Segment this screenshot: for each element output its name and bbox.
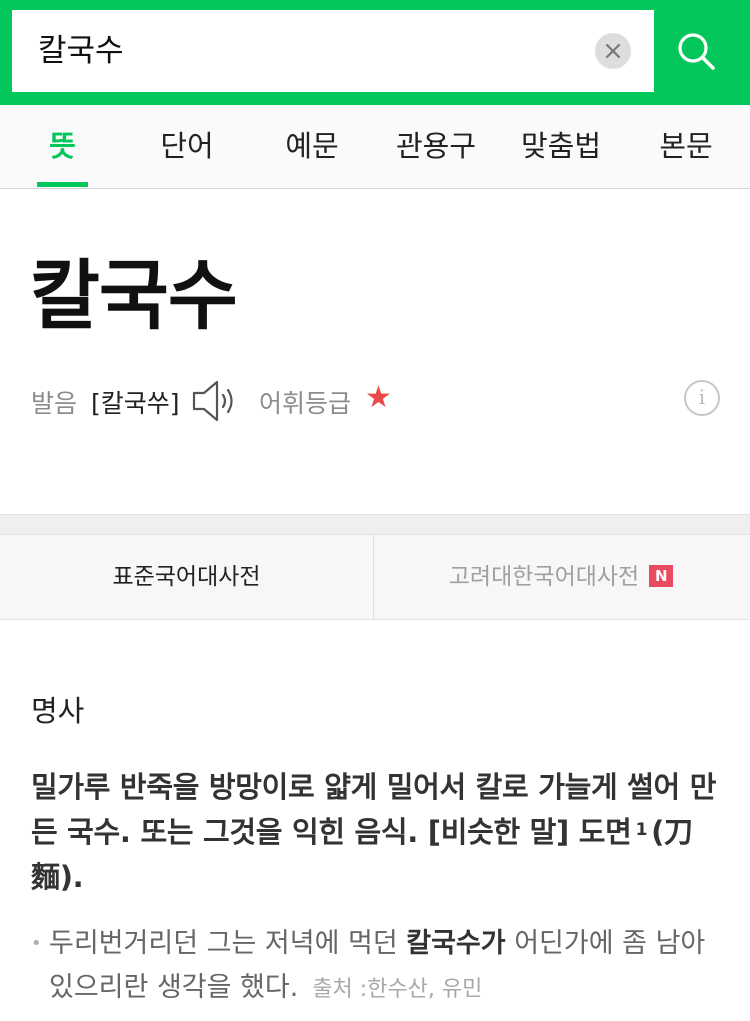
entry-meta: 발음 [칼국쑤] 어휘등급 ★ i xyxy=(31,378,731,426)
clear-search-button[interactable] xyxy=(595,33,631,69)
tab-idiom[interactable]: 관용구 xyxy=(375,105,497,189)
vocab-grade-label: 어휘등급 xyxy=(259,389,352,418)
dict-tab-standard-label: 표준국어대사전 xyxy=(112,564,261,590)
active-tab-indicator xyxy=(37,182,88,187)
search-input[interactable] xyxy=(38,10,588,92)
dict-tab-standard[interactable]: 표준국어대사전 xyxy=(0,535,374,619)
search-button[interactable] xyxy=(654,10,738,92)
star-icon: ★ xyxy=(365,380,392,415)
tab-example[interactable]: 예문 xyxy=(251,105,373,189)
section-divider xyxy=(0,514,750,534)
search-icon xyxy=(678,33,715,70)
dict-tab-korea-univ-label: 고려대한국어대사전 xyxy=(448,564,640,590)
info-icon: i xyxy=(698,385,706,409)
definition: 밀가루 반죽을 방망이로 얇게 밀어서 칼로 가늘게 썰어 만든 국수. 또는 … xyxy=(31,765,721,900)
tab-spelling[interactable]: 맞춤법 xyxy=(500,105,622,189)
part-of-speech: 명사 xyxy=(31,694,85,728)
info-button[interactable]: i xyxy=(684,380,720,416)
search-bar xyxy=(0,0,750,105)
tab-meaning[interactable]: 뜻 xyxy=(2,105,123,189)
example-sentence: • 두리번거리던 그는 저녁에 먹던 칼국수가 어딘가에 좀 남아 있으리란 생… xyxy=(31,922,721,1012)
tab-body[interactable]: 본문 xyxy=(625,105,747,189)
example-text-before: 두리번거리던 그는 저녁에 먹던 xyxy=(49,928,407,959)
tab-word[interactable]: 단어 xyxy=(126,105,248,189)
pronunciation-label: 발음 xyxy=(31,389,78,418)
example-highlight: 칼국수가 xyxy=(406,928,506,959)
dict-tab-korea-univ[interactable]: 고려대한국어대사전 N xyxy=(374,535,748,619)
pronunciation-value: [칼국쑤] xyxy=(91,389,180,418)
result-tabs: 뜻 단어 예문 관용구 맞춤법 본문 xyxy=(0,105,750,189)
search-box xyxy=(12,10,654,92)
definition-text: 밀가루 반죽을 방망이로 얇게 밀어서 칼로 가늘게 썰어 만든 국수. 또는 … xyxy=(31,770,717,849)
bullet-icon: • xyxy=(31,933,42,954)
headword: 칼국수 xyxy=(30,251,238,340)
new-badge: N xyxy=(649,564,674,587)
close-icon xyxy=(605,43,621,59)
example-source[interactable]: 출처 :한수산, 유민 xyxy=(312,977,482,1002)
homonym-number[interactable]: 1 xyxy=(636,820,648,840)
speaker-icon[interactable] xyxy=(191,378,239,428)
dictionary-tabs: 표준국어대사전 고려대한국어대사전 N xyxy=(0,534,750,620)
